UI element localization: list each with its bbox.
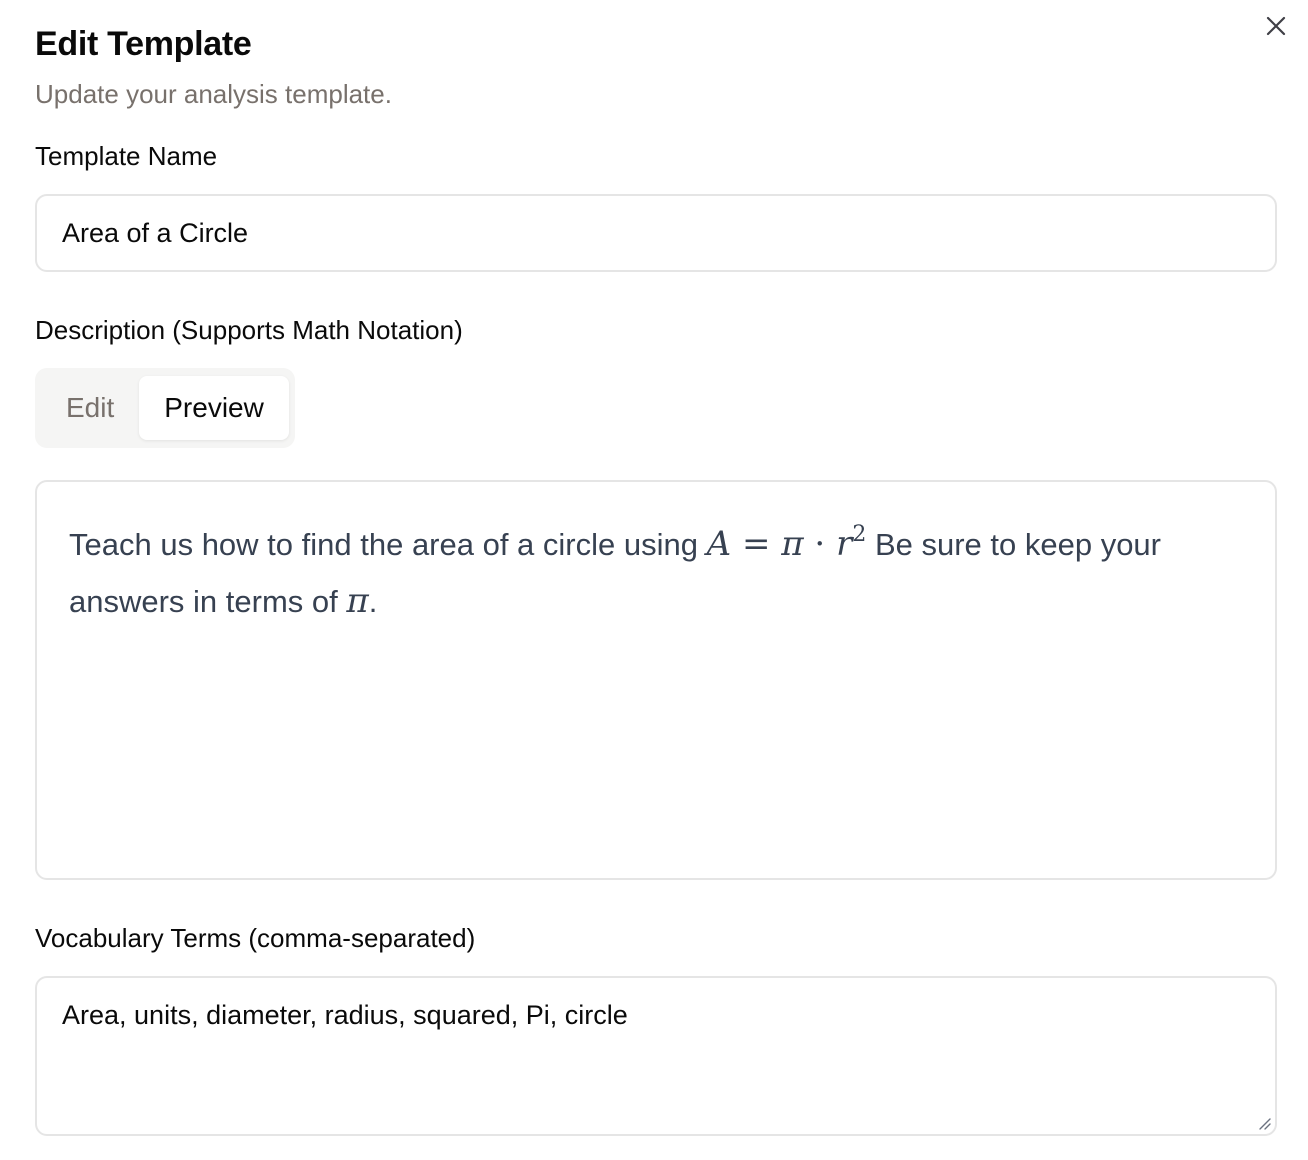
math-pi-end: π (346, 581, 369, 621)
preview-text-end: . (368, 584, 378, 619)
preview-text-before: Teach us how to find the area of a circl… (69, 527, 707, 562)
vocabulary-value: Area, units, diameter, radius, squared, … (62, 1000, 628, 1030)
vocabulary-textarea[interactable]: Area, units, diameter, radius, squared, … (35, 976, 1277, 1136)
description-tabs: Edit Preview (35, 368, 295, 448)
math-dot: · (803, 524, 837, 564)
dialog-title: Edit Template (35, 25, 252, 63)
description-preview: Teach us how to find the area of a circl… (35, 480, 1277, 880)
math-pi: π (781, 524, 804, 564)
math-formula: A = π · r2 (706, 522, 867, 565)
template-name-input[interactable]: Area of a Circle (35, 194, 1277, 272)
math-exponent: 2 (852, 522, 867, 547)
resize-handle-icon[interactable] (1255, 1114, 1271, 1130)
tab-edit[interactable]: Edit (41, 376, 139, 440)
edit-template-dialog: Edit Template Update your analysis templ… (0, 0, 1308, 1160)
description-label: Description (Supports Math Notation) (35, 315, 463, 345)
template-name-value: Area of a Circle (62, 217, 249, 248)
tab-preview[interactable]: Preview (139, 376, 289, 440)
close-icon (1266, 16, 1286, 36)
math-variable-r: r (836, 524, 853, 564)
dialog-subtitle: Update your analysis template. (35, 79, 392, 109)
math-equals: = (731, 524, 782, 564)
vocabulary-label: Vocabulary Terms (comma-separated) (35, 923, 476, 953)
close-button[interactable] (1258, 8, 1294, 44)
math-variable-a: A (706, 524, 732, 564)
template-name-label: Template Name (35, 141, 218, 171)
